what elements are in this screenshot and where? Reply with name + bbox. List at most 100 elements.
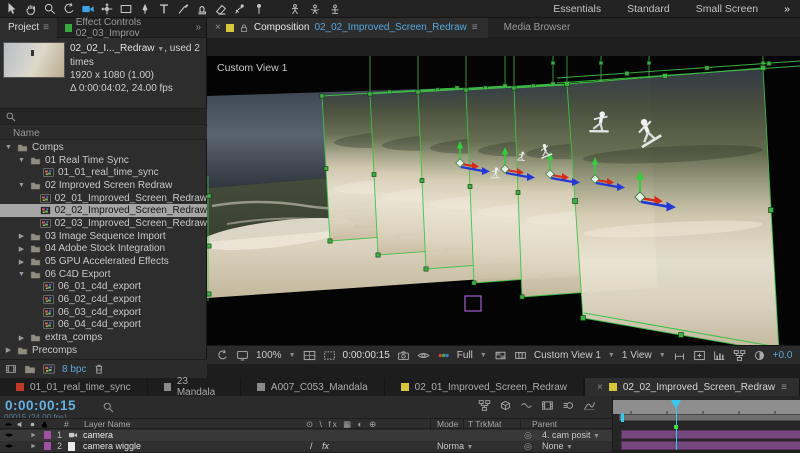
- parent-dropdown[interactable]: None ▼: [542, 441, 573, 453]
- panel-menu-icon[interactable]: ≡: [781, 382, 787, 393]
- snapshot-icon[interactable]: [397, 349, 410, 362]
- puppet-pin-tool-icon[interactable]: [252, 2, 266, 16]
- viewer-timecode[interactable]: 0:00:00:15: [343, 350, 390, 361]
- project-tree-row[interactable]: 06_02_c4d_export: [0, 293, 207, 306]
- type-tool-icon[interactable]: [157, 2, 171, 16]
- magnification-value[interactable]: 100%: [256, 350, 282, 361]
- work-area-bar[interactable]: [619, 414, 800, 421]
- color-depth-button[interactable]: 8 bpc: [62, 364, 86, 375]
- project-tree-row[interactable]: ▶ 04 Adobe Stock Integration: [0, 243, 207, 256]
- layer-color-chip[interactable]: [44, 431, 51, 439]
- close-icon[interactable]: ×: [597, 382, 603, 393]
- timeline-tab[interactable]: 02_01_Improved_Screen_Redraw: [385, 378, 584, 396]
- audio-column-icon[interactable]: [16, 420, 25, 429]
- layer-row-camera[interactable]: ► 1 camera ◎ 4. cam posit ▼: [0, 430, 612, 441]
- channels-icon[interactable]: [437, 349, 450, 362]
- active-view-value[interactable]: Custom View 1: [534, 350, 601, 361]
- composition-viewer[interactable]: Custom View 1: [207, 56, 800, 345]
- disclosure-arrow[interactable]: ▼: [17, 182, 26, 189]
- project-tree-row[interactable]: ▼ 02 Improved Screen Redraw: [0, 179, 207, 192]
- clone-stamp-tool-icon[interactable]: [195, 2, 209, 16]
- project-tree-row[interactable]: ▶ Precomps: [0, 344, 207, 357]
- zoom-tool-icon[interactable]: [43, 2, 57, 16]
- timeline-tab[interactable]: A007_C053_Mandala: [241, 378, 385, 396]
- resolution-value[interactable]: Full: [457, 350, 473, 361]
- tab-overflow-chevron[interactable]: »: [195, 22, 206, 33]
- mode-column-header[interactable]: Mode: [437, 419, 458, 429]
- transparency-grid-icon[interactable]: [494, 349, 507, 362]
- disclosure-arrow[interactable]: ▶: [17, 258, 26, 266]
- disclosure-arrow[interactable]: ▶: [17, 232, 26, 240]
- always-preview-icon[interactable]: [216, 349, 229, 362]
- project-tree-row[interactable]: 02_01_Improved_Screen_Redraw: [0, 192, 207, 205]
- tab-composition-active[interactable]: × Composition 02_02_Improved_Screen_Redr…: [207, 18, 488, 38]
- region-of-interest-icon[interactable]: [323, 349, 336, 362]
- project-tree-row[interactable]: 06_03_c4d_export: [0, 306, 207, 319]
- close-icon[interactable]: ×: [215, 22, 221, 33]
- interpret-footage-icon[interactable]: [5, 363, 17, 375]
- brush-tool-icon[interactable]: [176, 2, 190, 16]
- view-axis-tool-icon[interactable]: [328, 2, 342, 16]
- trkmat-column-header[interactable]: T TrkMat: [468, 419, 501, 429]
- project-tree-row[interactable]: ▶ 05 GPU Accelerated Effects: [0, 255, 207, 268]
- disclosure-arrow[interactable]: ▶: [17, 334, 26, 342]
- mini-flowchart-icon[interactable]: [478, 399, 491, 412]
- panel-menu-icon[interactable]: ≡: [472, 22, 478, 33]
- timeline-tab-active[interactable]: × 02_02_Improved_Screen_Redraw ≡: [584, 378, 800, 396]
- new-composition-icon[interactable]: [43, 363, 55, 375]
- twirl-arrow[interactable]: ►: [30, 430, 37, 441]
- tab-effect-controls[interactable]: Effect Controls 02_03_Improv: [57, 18, 195, 38]
- mode-dropdown[interactable]: Norma ▼: [437, 441, 473, 453]
- project-tree-row[interactable]: ▶ 03 Image Sequence Import: [0, 230, 207, 243]
- footage-name-line[interactable]: 02_02_I..._Redraw ▼, used 2 times: [70, 42, 207, 69]
- roto-brush-tool-icon[interactable]: [233, 2, 247, 16]
- trash-icon[interactable]: [93, 363, 105, 375]
- project-search-field[interactable]: [0, 108, 207, 125]
- project-tree-row[interactable]: ▶ extra_comps: [0, 331, 207, 344]
- layer-name-column-header[interactable]: Layer Name: [84, 419, 130, 429]
- hand-tool-icon[interactable]: [24, 2, 38, 16]
- workspace-standard[interactable]: Standard: [627, 3, 670, 15]
- pen-tool-icon[interactable]: [138, 2, 152, 16]
- lock-column-icon[interactable]: [40, 420, 49, 429]
- tab-media-browser[interactable]: Media Browser: [488, 22, 587, 33]
- graph-editor-icon[interactable]: [583, 399, 596, 412]
- layer-bar-camera[interactable]: [621, 430, 800, 439]
- project-tree-row[interactable]: ▼ 01 Real Time Sync: [0, 154, 207, 167]
- chevron-down-icon[interactable]: ▼: [608, 352, 615, 359]
- exposure-value[interactable]: +0.0: [773, 350, 793, 361]
- local-axis-tool-icon[interactable]: [288, 2, 302, 16]
- hide-shy-icon[interactable]: [520, 399, 533, 412]
- view-layout-value[interactable]: 1 View: [622, 350, 652, 361]
- composition-viewport[interactable]: [207, 56, 800, 345]
- monitor-icon[interactable]: [236, 349, 249, 362]
- pixel-aspect-icon[interactable]: [514, 349, 527, 362]
- time-ruler[interactable]: [613, 400, 800, 414]
- eraser-tool-icon[interactable]: [214, 2, 228, 16]
- tab-project[interactable]: Project ≡: [0, 18, 57, 38]
- selection-tool-icon[interactable]: [5, 2, 19, 16]
- panel-menu-icon[interactable]: ≡: [43, 22, 49, 33]
- eye-icon[interactable]: [4, 441, 14, 451]
- project-tree-row[interactable]: ▼ Comps: [0, 141, 207, 154]
- rotate-tool-icon[interactable]: [62, 2, 76, 16]
- layer-color-chip[interactable]: [44, 442, 51, 450]
- project-tree-row[interactable]: 02_03_Improved_Screen_Redraw: [0, 217, 207, 230]
- draft-3d-icon[interactable]: [499, 399, 512, 412]
- in-point-bracket[interactable]: [621, 413, 624, 422]
- world-axis-tool-icon[interactable]: [308, 2, 322, 16]
- camera-tool-icon[interactable]: [81, 2, 95, 16]
- current-time-display[interactable]: 0:00:00:15: [5, 398, 76, 413]
- new-viewer-icon[interactable]: [693, 349, 706, 362]
- eye-icon[interactable]: [4, 430, 14, 440]
- layer-name[interactable]: camera: [83, 430, 113, 441]
- disclosure-arrow[interactable]: ▶: [4, 346, 13, 354]
- solo-column-icon[interactable]: [28, 420, 37, 429]
- project-tree-row[interactable]: ▼ 06 C4D Export: [0, 268, 207, 281]
- keyframe-dot[interactable]: [674, 425, 678, 429]
- footage-thumbnail[interactable]: [3, 42, 65, 78]
- disclosure-arrow[interactable]: ▼: [17, 157, 26, 164]
- chevron-down-icon[interactable]: ▼: [480, 352, 487, 359]
- project-tree-row[interactable]: 02_02_Improved_Screen_Redraw: [0, 204, 207, 217]
- pan-behind-tool-icon[interactable]: [100, 2, 114, 16]
